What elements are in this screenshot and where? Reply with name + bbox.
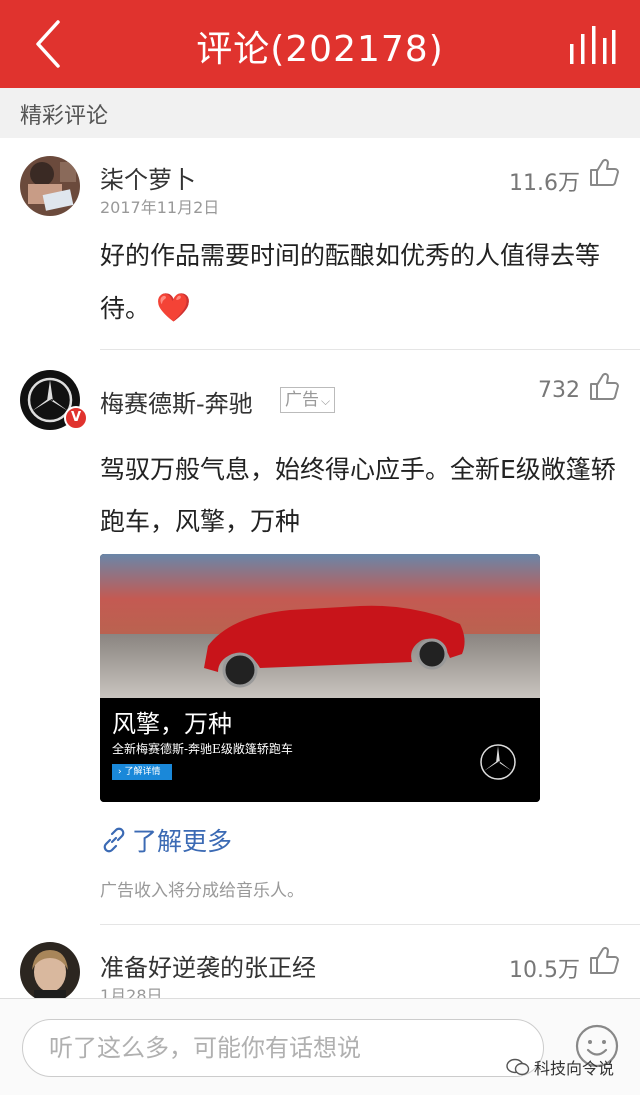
commenter-name[interactable]: 柒个萝卜: [100, 160, 196, 195]
thumbs-up-icon[interactable]: [588, 944, 620, 976]
commenter-name[interactable]: 梅赛德斯-奔驰: [100, 384, 253, 419]
learn-more-label: 了解更多: [132, 827, 233, 856]
comment-text: 好的作品需要时间的酝酿如优秀的人值得去等待。 ❤️: [100, 241, 601, 324]
top-bar: 评论(202178): [0, 0, 640, 88]
learn-more-link[interactable]: 了解更多: [100, 822, 232, 858]
commenter-name[interactable]: 准备好逆袭的张正经: [100, 948, 316, 983]
watermark-text: 科技向令说: [534, 1059, 615, 1078]
thumbs-up-icon[interactable]: [588, 156, 620, 188]
page-title: 评论(202178): [196, 29, 444, 70]
wechat-icon: [506, 1058, 530, 1076]
link-icon: [103, 827, 125, 853]
section-header: 精彩评论: [0, 88, 640, 138]
section-title: 精彩评论: [20, 104, 109, 129]
ad-tag-dropdown[interactable]: 广告 ⌵: [280, 387, 336, 413]
avatar[interactable]: [20, 156, 80, 216]
watermark: 科技向令说: [506, 1055, 614, 1079]
ad-banner-image[interactable]: 风擎，万种 全新梅赛德斯-奔驰E级敞篷轿跑车 › 了解详情: [100, 554, 540, 802]
ad-revenue-note: 广告收入将分成给音乐人。: [100, 881, 304, 901]
ad-cta-button[interactable]: › 了解详情: [112, 764, 172, 780]
comment-input-bar: 听了这么多，可能你有话想说 科技向令说: [0, 998, 640, 1095]
playing-bars-button[interactable]: [568, 20, 616, 68]
verified-badge: V: [64, 406, 88, 430]
chevron-down-icon: ⌵: [321, 394, 331, 408]
ad-headline: 风擎，万种: [112, 710, 232, 738]
ad-subline: 全新梅赛德斯-奔驰E级敞篷轿跑车: [112, 742, 293, 756]
like-count: 11.6万: [509, 171, 580, 196]
ad-tag-label: 广告: [285, 390, 319, 410]
like-count: 732: [538, 378, 580, 403]
mercedes-star-icon: [480, 744, 516, 780]
comment-input[interactable]: 听了这么多，可能你有话想说: [22, 1019, 544, 1077]
divider: [100, 349, 640, 350]
comment-text: 驾驭万般气息，始终得心应手。全新E级敞篷轿跑车，风擎，万种: [100, 455, 616, 536]
thumbs-up-icon[interactable]: [588, 370, 620, 402]
equalizer-icon: [570, 26, 616, 64]
heart-emoji-icon: ❤️: [156, 291, 191, 324]
comment-date: 2017年11月2日: [100, 198, 220, 217]
avatar[interactable]: [20, 942, 80, 1002]
ad-cta-label: 了解详情: [124, 767, 161, 777]
divider: [100, 924, 640, 925]
like-count: 10.5万: [509, 958, 580, 983]
